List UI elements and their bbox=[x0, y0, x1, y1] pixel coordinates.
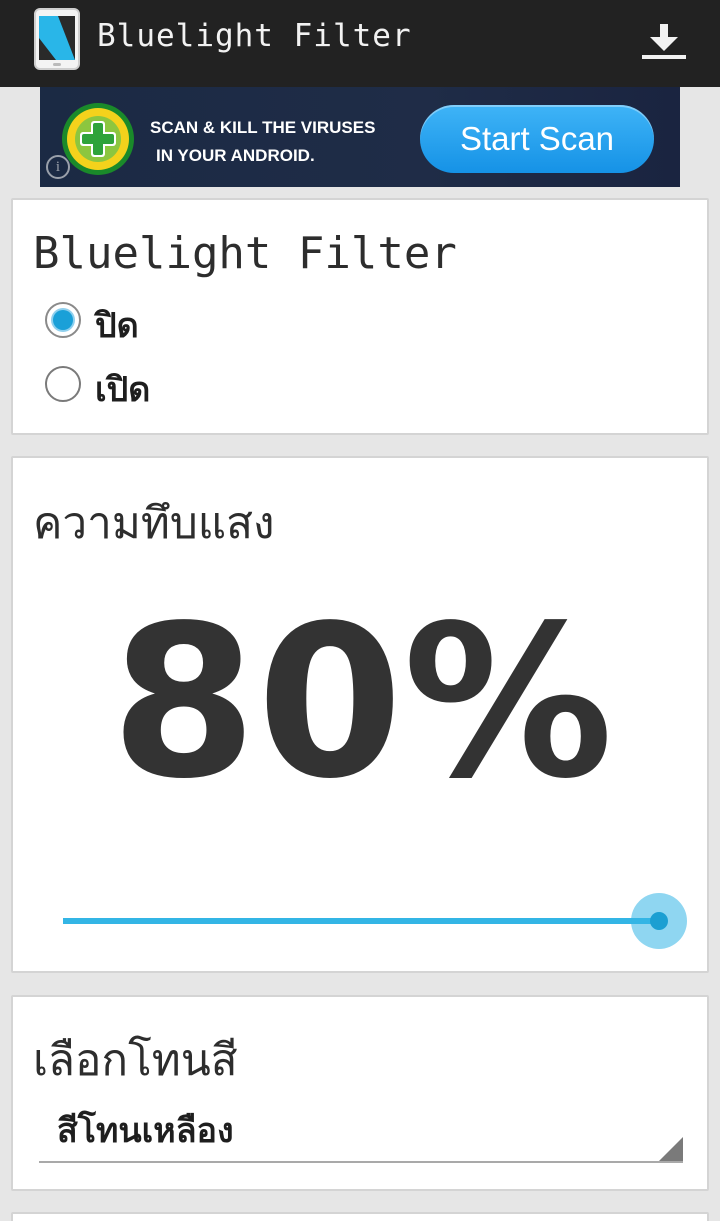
opacity-card: ความทึบแสง 80% bbox=[11, 456, 709, 973]
slider-thumb[interactable] bbox=[650, 912, 668, 930]
dropdown-selected-value: สีโทนเหลือง bbox=[57, 1111, 234, 1151]
info-icon[interactable]: i bbox=[46, 155, 70, 179]
color-tone-card: เลือกโทนสี สีโทนเหลือง bbox=[11, 995, 709, 1191]
filter-toggle-card: Bluelight Filter ปิด เปิด bbox=[11, 198, 709, 435]
opacity-slider[interactable] bbox=[63, 893, 689, 954]
radio-button-checked[interactable] bbox=[45, 302, 81, 338]
radio-label-off: ปิด bbox=[95, 306, 139, 346]
ad-banner[interactable]: SCAN & KILL THE VIRUSES IN YOUR ANDROID.… bbox=[40, 87, 680, 187]
app-bar: Bluelight Filter bbox=[0, 0, 720, 87]
start-scan-button[interactable]: Start Scan bbox=[420, 105, 654, 173]
phone-icon bbox=[34, 8, 80, 70]
ad-line-2: IN YOUR ANDROID. bbox=[156, 146, 315, 165]
radio-label-on: เปิด bbox=[95, 370, 151, 410]
dropdown-arrow-icon bbox=[659, 1137, 683, 1161]
slider-fill bbox=[63, 918, 659, 924]
radio-button-unchecked[interactable] bbox=[45, 366, 81, 402]
opacity-percent-value: 80% bbox=[110, 580, 614, 825]
opacity-card-title: ความทึบแสง bbox=[33, 498, 275, 549]
app-title: Bluelight Filter bbox=[97, 18, 412, 54]
color-card-title: เลือกโทนสี bbox=[33, 1035, 238, 1086]
download-icon[interactable] bbox=[640, 20, 688, 62]
ad-headline: SCAN & KILL THE VIRUSES IN YOUR ANDROID. bbox=[150, 114, 375, 170]
ad-line-1: SCAN & KILL THE VIRUSES bbox=[150, 118, 376, 137]
shield-plus-icon bbox=[62, 103, 134, 175]
filter-card-title: Bluelight Filter bbox=[33, 228, 457, 279]
color-tone-dropdown[interactable]: สีโทนเหลือง bbox=[39, 1093, 683, 1163]
next-card bbox=[11, 1212, 709, 1221]
